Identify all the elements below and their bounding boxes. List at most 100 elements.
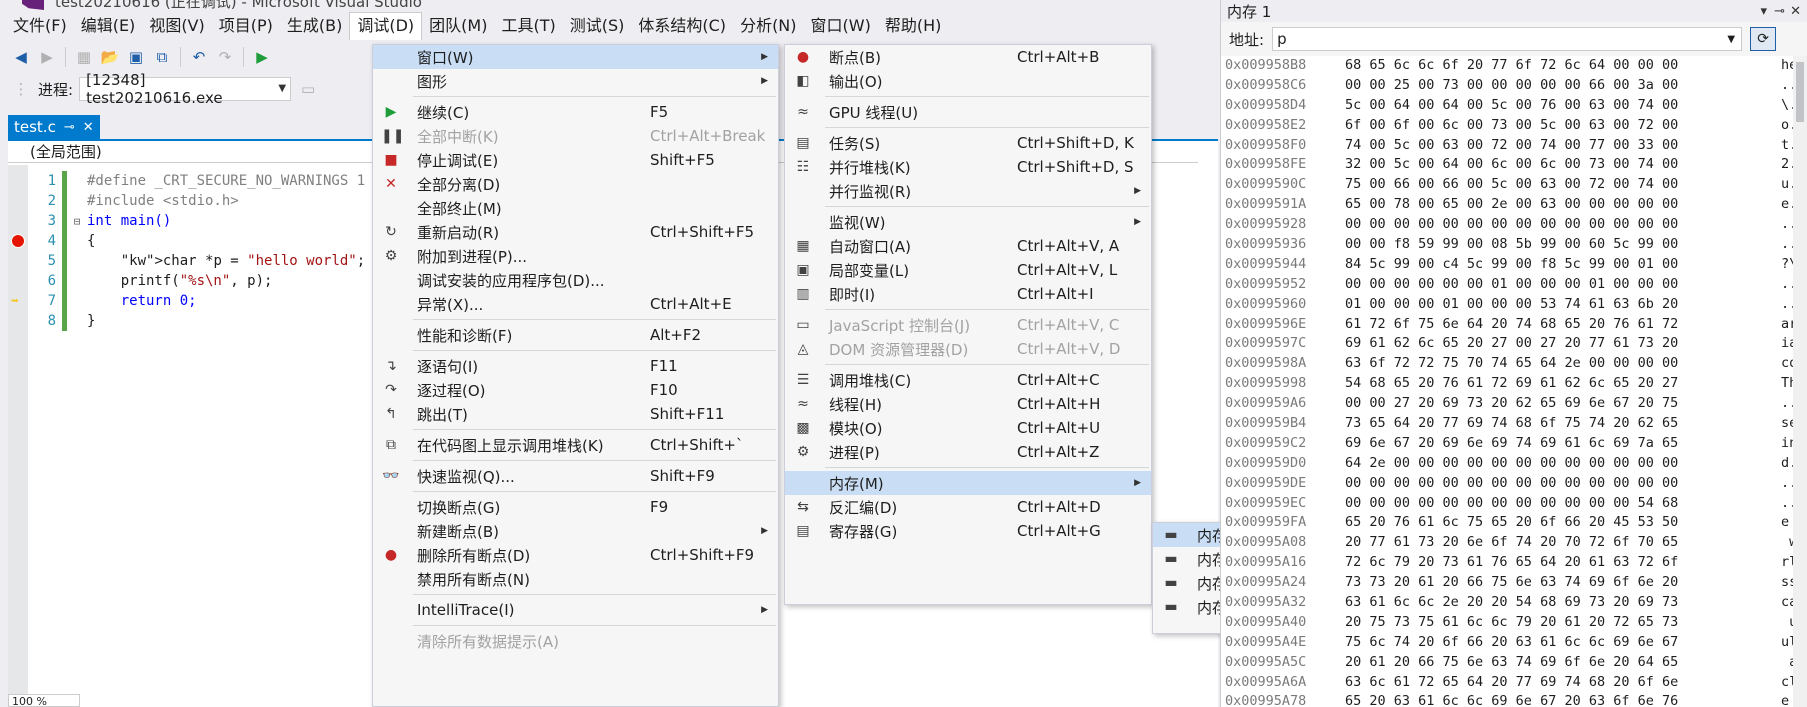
menu-item[interactable]: 图形 ▶ — [373, 69, 778, 93]
open-file-icon[interactable]: 📂 — [99, 46, 121, 68]
code-text[interactable]: #include <stdio.h> — [83, 193, 239, 209]
menu-item[interactable]: ☰ 调用堆栈(C) Ctrl+Alt+C — [785, 368, 1151, 392]
menu-item[interactable]: ▩ 模块(O) Ctrl+Alt+U — [785, 416, 1151, 440]
menu-item[interactable]: 分析(N) — [733, 12, 803, 40]
menu-item[interactable]: ↰ 跳出(T) Shift+F11 — [373, 402, 778, 426]
menu-item[interactable]: ≈ 线程(H) Ctrl+Alt+H — [785, 392, 1151, 416]
menu-item[interactable]: ▶ 继续(C) F5 — [373, 100, 778, 124]
memory-hex-bytes[interactable]: 20 75 73 75 61 6c 6c 79 20 61 20 72 65 7… — [1341, 614, 1781, 630]
scrollbar-thumb[interactable] — [1796, 62, 1804, 122]
forward-icon[interactable]: ▶ — [36, 46, 58, 68]
menu-item[interactable]: IntelliTrace(I) ▶ — [373, 598, 778, 622]
menu-item[interactable]: 体系结构(C) — [631, 12, 733, 40]
memory-hex-bytes[interactable]: 00 00 f8 59 99 00 08 5b 99 00 60 5c 99 0… — [1341, 236, 1781, 252]
memory-hex-bytes[interactable]: 63 6c 61 72 65 64 20 77 69 74 68 20 6f 6… — [1341, 674, 1781, 690]
menu-item[interactable]: ↴ 逐语句(I) F11 — [373, 354, 778, 378]
save-all-icon[interactable]: ⧉ — [151, 46, 173, 68]
menu-item[interactable]: 工具(T) — [494, 12, 562, 40]
menu-item[interactable]: ■ 停止调试(E) Shift+F5 — [373, 148, 778, 172]
memory-hex-bytes[interactable]: 6f 00 6f 00 6c 00 73 00 5c 00 63 00 72 0… — [1341, 117, 1781, 133]
menu-item[interactable]: 帮助(H) — [878, 12, 949, 40]
menu-item[interactable]: ✕ 全部分离(D) — [373, 172, 778, 196]
code-text[interactable]: { — [83, 233, 95, 249]
menu-item[interactable]: 切换断点(G) F9 — [373, 495, 778, 519]
menu-item[interactable]: ▤ 任务(S) Ctrl+Shift+D, K — [785, 131, 1151, 155]
menu-item[interactable]: 全部终止(M) — [373, 196, 778, 220]
refresh-icon[interactable]: ⟳ — [1750, 27, 1777, 51]
code-text[interactable]: printf("%s\n", p); — [83, 273, 273, 289]
new-project-icon[interactable]: ▦ — [73, 46, 95, 68]
memory-hex-bytes[interactable]: 65 00 78 00 65 00 2e 00 63 00 00 00 00 0… — [1341, 196, 1781, 212]
undo-icon[interactable]: ↶ — [188, 46, 210, 68]
pin-icon[interactable]: ⊸ — [64, 120, 75, 135]
memory-hex-bytes[interactable]: 73 73 20 61 20 66 75 6e 63 74 69 6f 6e 2… — [1341, 574, 1781, 590]
memory-hex-bytes[interactable]: 69 61 62 6c 65 20 27 00 27 20 77 61 73 2… — [1341, 335, 1781, 351]
zoom-level[interactable]: 100 % — [8, 694, 80, 707]
memory-hex-bytes[interactable]: 63 6f 72 72 75 70 74 65 64 2e 00 00 00 0… — [1341, 355, 1781, 371]
memory-hex-bytes[interactable]: 69 6e 67 20 69 6e 69 74 69 61 6c 69 7a 6… — [1341, 435, 1781, 451]
menu-item[interactable]: 调试(D) — [349, 12, 423, 40]
menu-item[interactable]: 视图(V) — [142, 12, 211, 40]
back-icon[interactable]: ◀ — [10, 46, 32, 68]
close-icon[interactable]: ✕ — [1790, 4, 1801, 19]
memory-hex-bytes[interactable]: 20 77 61 73 20 6e 6f 74 20 70 72 6f 70 6… — [1341, 534, 1781, 550]
menu-item[interactable]: 编辑(E) — [74, 12, 143, 40]
menu-item[interactable]: ⚙ 进程(P) Ctrl+Alt+Z — [785, 440, 1151, 464]
menu-item[interactable]: 调试安装的应用程序包(D)... — [373, 268, 778, 292]
menu-item[interactable]: ● 删除所有断点(D) Ctrl+Shift+F9 — [373, 543, 778, 567]
menu-item[interactable]: 内存(M) ▶ — [785, 471, 1151, 495]
memory-hex-bytes[interactable]: 68 65 6c 6c 6f 20 77 6f 72 6c 64 00 00 0… — [1341, 57, 1781, 73]
memory-hex-bytes[interactable]: 20 61 20 66 75 6e 63 74 69 6f 6e 20 64 6… — [1341, 654, 1781, 670]
menu-item[interactable]: ↷ 逐过程(O) F10 — [373, 378, 778, 402]
code-text[interactable]: #define _CRT_SECURE_NO_WARNINGS 1 — [83, 173, 365, 189]
memory-hex-bytes[interactable]: 75 6c 74 20 6f 66 20 63 61 6c 6c 69 6e 6… — [1341, 634, 1781, 650]
redo-icon[interactable]: ↷ — [214, 46, 236, 68]
memory-hex-bytes[interactable]: 00 00 00 00 00 00 00 00 00 00 00 00 00 0… — [1341, 216, 1781, 232]
pin-icon[interactable]: ⊸ — [1774, 4, 1785, 19]
memory-hex-bytes[interactable]: 54 68 65 20 76 61 72 69 61 62 6c 65 20 2… — [1341, 375, 1781, 391]
close-icon[interactable]: ✕ — [83, 120, 94, 135]
menu-item[interactable]: ⚙ 附加到进程(P)... — [373, 244, 778, 268]
dropdown-icon[interactable]: ▾ — [1760, 4, 1767, 19]
memory-hex-bytes[interactable]: 61 72 6f 75 6e 64 20 74 68 65 20 76 61 7… — [1341, 316, 1781, 332]
menu-item[interactable]: 测试(S) — [563, 12, 632, 40]
continue-icon[interactable]: ▶ — [251, 46, 273, 68]
menu-item[interactable]: 窗口(W) — [804, 12, 878, 40]
menu-item[interactable]: 窗口(W) ▶ — [373, 45, 778, 69]
menu-item[interactable]: ● 断点(B) Ctrl+Alt+B — [785, 45, 1151, 69]
menu-item[interactable]: ❚❚ 全部中断(K) Ctrl+Alt+Break — [373, 124, 778, 148]
menu-item[interactable]: 并行监视(R) ▶ — [785, 179, 1151, 203]
menu-item[interactable]: 团队(M) — [422, 12, 494, 40]
lifecycle-events-icon[interactable]: ▭ — [297, 78, 319, 100]
code-text[interactable]: return 0; — [83, 293, 197, 309]
code-text[interactable]: int main() — [83, 213, 171, 229]
menu-item[interactable]: ▥ 即时(I) Ctrl+Alt+I — [785, 282, 1151, 306]
menu-item[interactable]: 异常(X)... Ctrl+Alt+E — [373, 292, 778, 316]
menu-item[interactable]: ◧ 输出(O) — [785, 69, 1151, 93]
save-icon[interactable]: ▣ — [125, 46, 147, 68]
code-text[interactable]: "kw">char *p = "hello world"; — [83, 253, 365, 269]
memory-hex-bytes[interactable]: 65 20 63 61 6c 6c 69 6e 67 20 63 6f 6e 7… — [1341, 693, 1781, 707]
menu-item[interactable]: 清除所有数据提示(A) — [373, 629, 778, 653]
menu-item[interactable]: 项目(P) — [212, 12, 280, 40]
memory-hex-bytes[interactable]: 00 00 25 00 73 00 00 00 00 00 66 00 3a 0… — [1341, 77, 1781, 93]
memory-hex-bytes[interactable]: 74 00 5c 00 63 00 72 00 74 00 77 00 33 0… — [1341, 137, 1781, 153]
memory-hex-bytes[interactable]: 5c 00 64 00 64 00 5c 00 76 00 63 00 74 0… — [1341, 97, 1781, 113]
memory-hex-bytes[interactable]: 84 5c 99 00 c4 5c 99 00 f8 5c 99 00 01 0… — [1341, 256, 1781, 272]
menu-item[interactable]: 👓 快速监视(Q)... Shift+F9 — [373, 464, 778, 488]
menu-item[interactable]: ⧉ 在代码图上显示调用堆栈(K) Ctrl+Shift+` — [373, 433, 778, 457]
memory-hex-bytes[interactable]: 00 00 00 00 00 00 01 00 00 00 01 00 00 0… — [1341, 276, 1781, 292]
memory-hex-bytes[interactable]: 75 00 66 00 66 00 5c 00 63 00 72 00 74 0… — [1341, 176, 1781, 192]
memory-hex-bytes[interactable]: 64 2e 00 00 00 00 00 00 00 00 00 00 00 0… — [1341, 455, 1781, 471]
breakpoint-icon[interactable] — [11, 234, 25, 248]
menu-item[interactable]: 禁用所有断点(N) — [373, 567, 778, 591]
menu-item[interactable]: ▭ JavaScript 控制台(J) Ctrl+Alt+V, C — [785, 313, 1151, 337]
menu-item[interactable]: 生成(B) — [280, 12, 349, 40]
memory-hex-bytes[interactable]: 00 00 00 00 00 00 00 00 00 00 00 00 00 0… — [1341, 475, 1781, 491]
memory-hex-bytes[interactable]: 72 6c 79 20 73 61 76 65 64 20 61 63 72 6… — [1341, 554, 1781, 570]
menu-item[interactable]: ▣ 局部变量(L) Ctrl+Alt+V, L — [785, 258, 1151, 282]
menu-item[interactable]: ≈ GPU 线程(U) — [785, 100, 1151, 124]
memory-hex-bytes[interactable]: 63 61 6c 6c 2e 20 20 54 68 69 73 20 69 7… — [1341, 594, 1781, 610]
memory-rows[interactable]: 0x009958B8 68 65 6c 6c 6f 20 77 6f 72 6c … — [1225, 55, 1807, 707]
memory-hex-bytes[interactable]: 65 20 76 61 6c 75 65 20 6f 66 20 45 53 5… — [1341, 514, 1781, 530]
